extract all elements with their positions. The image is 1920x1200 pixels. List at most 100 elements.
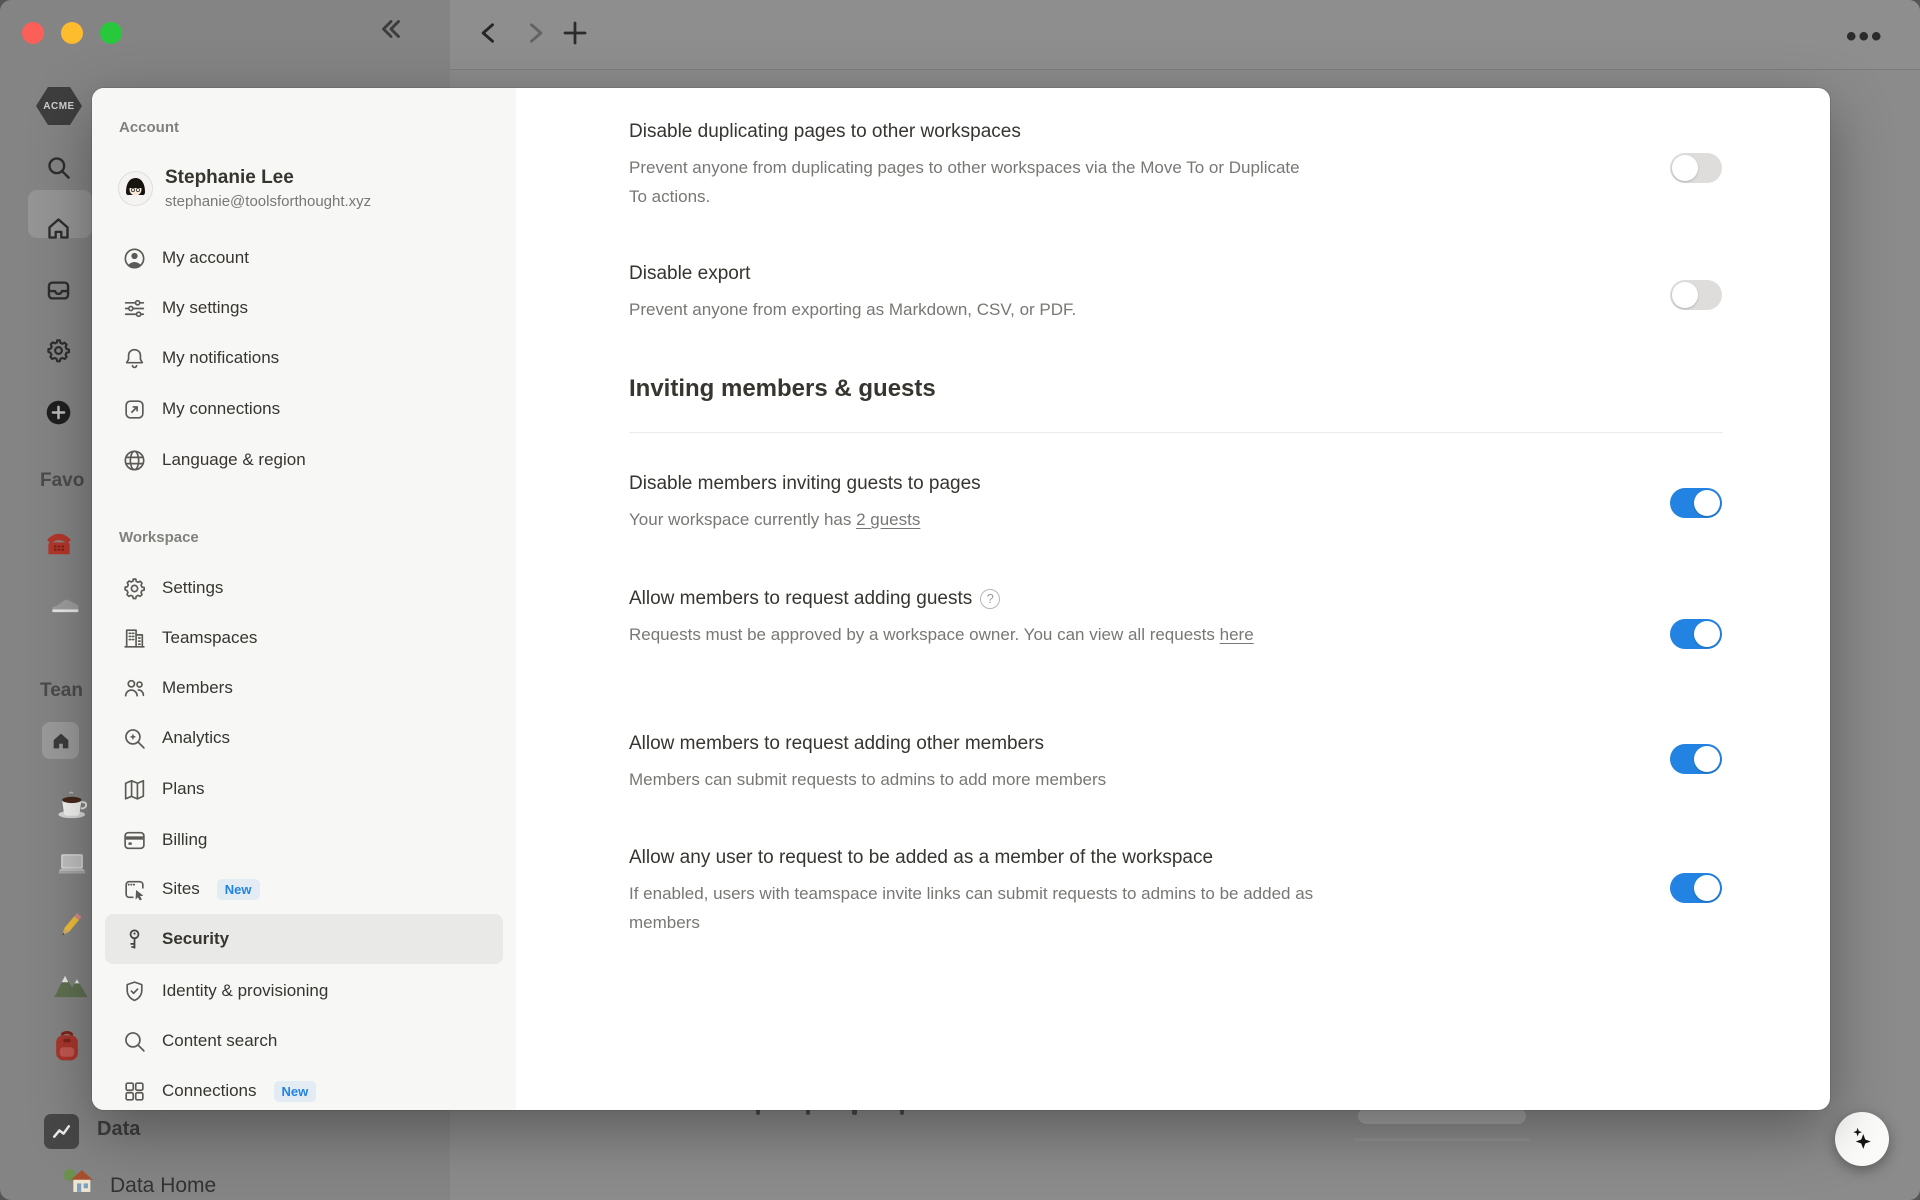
forward-icon[interactable] <box>521 19 549 47</box>
sidebar-item-analytics[interactable]: Analytics <box>105 713 503 763</box>
sidebar-item-label: Members <box>162 678 233 698</box>
close-window-button[interactable] <box>22 22 44 44</box>
sidebar-user-row[interactable]: Stephanie Lee stephanie@toolsforthought.… <box>119 166 371 211</box>
bell-icon <box>122 346 147 371</box>
shield-check-icon <box>122 979 147 1004</box>
toggle-request-members[interactable] <box>1670 744 1722 774</box>
favorites-section-label: Favo <box>40 470 84 492</box>
sidebar-item-label: Analytics <box>162 728 230 748</box>
sidebar-item-members[interactable]: Members <box>105 663 503 713</box>
home-icon[interactable] <box>45 215 72 242</box>
sparkle-icon <box>1847 1124 1877 1154</box>
sidebar-item-label: Security <box>162 929 229 949</box>
sidebar-item-billing[interactable]: Billing <box>105 815 503 865</box>
toggle-any-user-request[interactable] <box>1670 873 1722 903</box>
new-badge: New <box>217 879 260 900</box>
setting-title: Allow members to request adding guests <box>629 585 972 612</box>
section-divider <box>629 432 1723 433</box>
new-tab-icon[interactable] <box>560 18 590 48</box>
sidebar-item-label: My notifications <box>162 348 279 368</box>
toggle-disable-duplicating[interactable] <box>1670 153 1722 183</box>
minimize-window-button[interactable] <box>61 22 83 44</box>
sidebar-item-security[interactable]: Security <box>105 914 503 964</box>
new-page-icon[interactable] <box>45 399 72 426</box>
setting-title: Disable duplicating pages to other works… <box>629 118 1529 145</box>
zoom-window-button[interactable] <box>100 22 122 44</box>
sidebar-item-label: Teamspaces <box>162 628 257 648</box>
sidebar-item-label: Plans <box>162 779 205 799</box>
person-circle-icon <box>122 246 147 271</box>
collapse-sidebar-icon[interactable] <box>376 14 406 44</box>
toggle-request-guests[interactable] <box>1670 619 1722 649</box>
workspace-section-header: Workspace <box>119 529 199 546</box>
sidebar-item-my-account[interactable]: My account <box>105 233 503 283</box>
setting-title: Allow members to request adding other me… <box>629 730 1529 757</box>
account-section-header: Account <box>119 119 179 136</box>
guests-count-link[interactable]: 2 guests <box>856 510 920 529</box>
traffic-lights <box>22 22 122 44</box>
gear-icon <box>122 576 147 601</box>
sidebar-item-my-settings[interactable]: My settings <box>105 283 503 333</box>
teamspace-coffee-icon[interactable] <box>56 790 90 822</box>
sidebar-item-connections[interactable]: Connections New <box>105 1066 503 1110</box>
sidebar-item-label: My account <box>162 248 249 268</box>
sidebar-item-identity-provisioning[interactable]: Identity & provisioning <box>105 966 503 1016</box>
setting-row-disable-guest-invites: Disable members inviting guests to pages… <box>629 470 1529 534</box>
view-requests-link[interactable]: here <box>1220 625 1254 644</box>
more-options-icon[interactable]: ••• <box>1846 20 1884 54</box>
sidebar-item-label: Connections <box>162 1081 257 1101</box>
data-page-icon[interactable] <box>44 1114 79 1149</box>
map-icon <box>122 777 147 802</box>
avatar <box>119 172 152 205</box>
teamspace-home-icon[interactable] <box>42 722 79 759</box>
toggle-disable-export[interactable] <box>1670 280 1722 310</box>
setting-description: Members can submit requests to admins to… <box>629 765 1449 794</box>
setting-row-request-members: Allow members to request adding other me… <box>629 730 1529 794</box>
credit-card-icon <box>122 828 147 853</box>
sidebar-item-sites[interactable]: Sites New <box>105 864 503 914</box>
teamspace-backpack-icon[interactable] <box>50 1028 84 1064</box>
sidebar-item-language-region[interactable]: Language & region <box>105 435 503 485</box>
workspace-logo[interactable]: ACME <box>36 87 82 125</box>
data-home-page-icon[interactable] <box>60 1164 94 1198</box>
settings-nav-icon[interactable] <box>45 337 72 364</box>
background-button-shape <box>1358 1108 1526 1124</box>
favorite-phone-icon[interactable] <box>44 528 74 558</box>
user-name: Stephanie Lee <box>165 166 371 190</box>
sidebar-item-label: Settings <box>162 578 223 598</box>
sidebar-item-label: Content search <box>162 1031 277 1051</box>
toggle-disable-guest-invites[interactable] <box>1670 488 1722 518</box>
search-sparkle-icon <box>122 726 147 751</box>
sidebar-item-plans[interactable]: Plans <box>105 764 503 814</box>
back-icon[interactable] <box>475 19 503 47</box>
teamspace-pencil-icon[interactable] <box>52 908 88 944</box>
people-icon <box>122 676 147 701</box>
teamspace-mountain-icon[interactable] <box>52 968 90 1000</box>
grid-icon <box>122 1079 147 1104</box>
teamspace-laptop-icon[interactable] <box>55 850 89 880</box>
help-icon[interactable]: ? <box>980 589 1000 609</box>
sidebar-item-my-connections[interactable]: My connections <box>105 384 503 434</box>
user-email: stephanie@toolsforthought.xyz <box>165 192 371 211</box>
favorite-sneaker-icon[interactable] <box>50 588 82 616</box>
sidebar-item-my-notifications[interactable]: My notifications <box>105 333 503 383</box>
data-home-page-label[interactable]: Data Home <box>110 1174 216 1198</box>
setting-description: Prevent anyone from exporting as Markdow… <box>629 295 1449 324</box>
setting-row-request-guests: Allow members to request adding guests? … <box>629 585 1529 649</box>
teamspaces-section-label: Tean <box>40 680 83 702</box>
sidebar-item-label: My settings <box>162 298 248 318</box>
setting-description: Requests must be approved by a workspace… <box>629 625 1220 644</box>
sidebar-item-content-search[interactable]: Content search <box>105 1016 503 1066</box>
globe-icon <box>122 448 147 473</box>
section-header: Inviting members & guests <box>629 375 936 403</box>
setting-title: Disable export <box>629 260 1529 287</box>
data-page-label[interactable]: Data <box>97 1118 140 1141</box>
sidebar-item-label: My connections <box>162 399 280 419</box>
ai-assistant-button[interactable] <box>1835 1112 1889 1166</box>
security-settings-content: Disable duplicating pages to other works… <box>516 88 1830 1110</box>
search-icon[interactable] <box>45 154 72 181</box>
sidebar-item-settings[interactable]: Settings <box>105 563 503 613</box>
settings-modal: Account Stephanie Lee stephanie@toolsfor… <box>92 88 1830 1110</box>
sidebar-item-teamspaces[interactable]: Teamspaces <box>105 613 503 663</box>
inbox-icon[interactable] <box>45 277 72 304</box>
